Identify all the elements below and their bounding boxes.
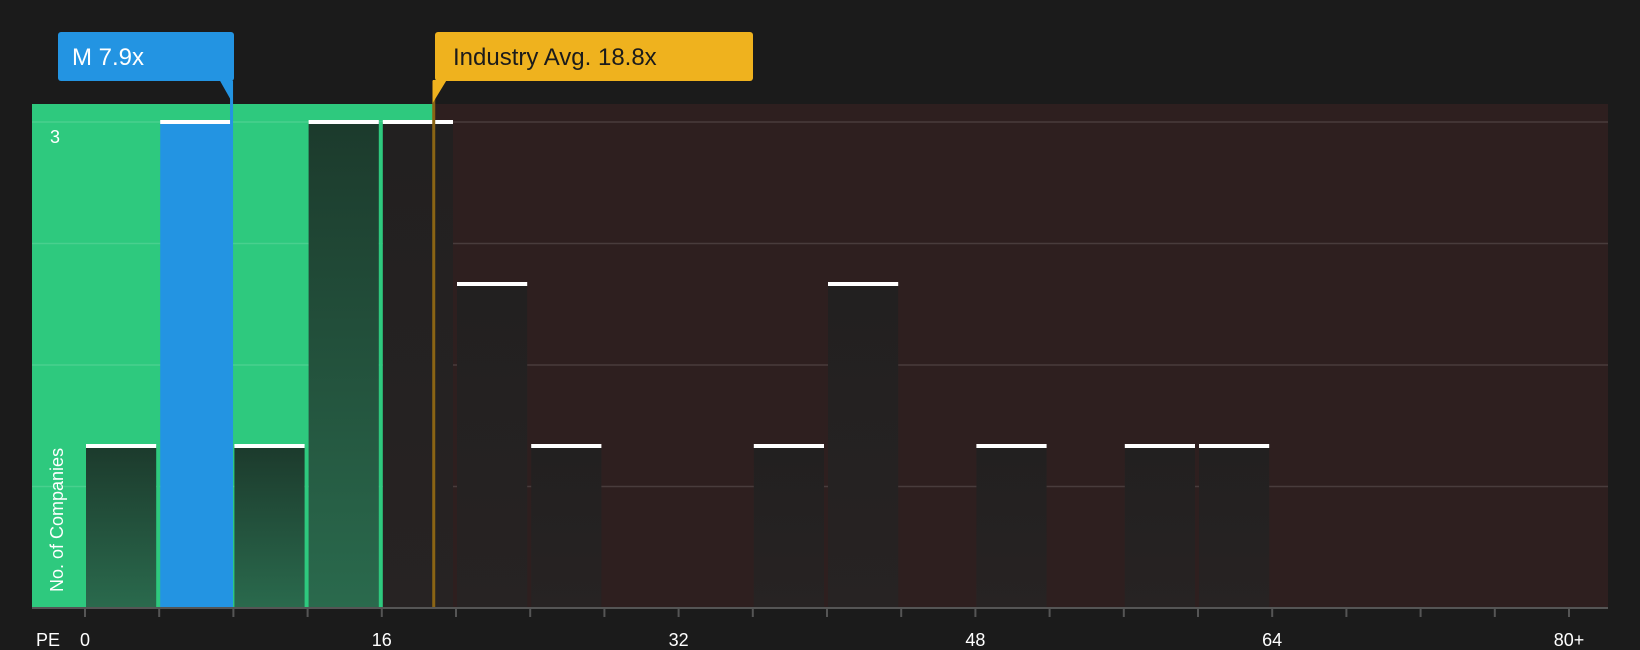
x-tick-label: 64 <box>1262 630 1282 650</box>
histogram-bar <box>308 122 379 608</box>
histogram-bar <box>160 122 231 608</box>
histogram-bar <box>234 446 305 608</box>
histogram-bar <box>753 446 824 608</box>
company-callout-pointer <box>219 80 233 103</box>
x-axis: 0 16 32 48 64 80+ <box>32 607 1608 650</box>
chart-svg: 0 16 32 48 64 80+ 3 No. of Companies PE M 7.9… <box>32 32 1608 650</box>
histogram-bar <box>531 446 602 608</box>
x-tick-label: 16 <box>372 630 392 650</box>
y-axis-label: No. of Companies <box>47 448 67 592</box>
x-tick-label: 0 <box>80 630 90 650</box>
company-callout: M 7.9x <box>58 32 234 103</box>
y-tick-label: 3 <box>50 127 60 147</box>
industry-callout-label: Industry Avg. 18.8x <box>453 44 657 71</box>
pe-distribution-chart: 0 16 32 48 64 80+ 3 No. of Companies PE M 7.9… <box>0 0 1640 650</box>
industry-callout: Industry Avg. 18.8x <box>432 32 753 103</box>
histogram-bar <box>86 446 157 608</box>
x-tick-label: 32 <box>669 630 689 650</box>
x-tick-label: 80+ <box>1554 630 1585 650</box>
x-axis-metric-label: PE <box>36 630 60 650</box>
histogram-bar <box>828 284 899 608</box>
histogram-bar <box>976 446 1047 608</box>
company-callout-label: M 7.9x <box>72 44 144 71</box>
x-tick-label: 48 <box>965 630 985 650</box>
histogram-bar <box>1124 446 1195 608</box>
histogram-bar <box>1199 446 1270 608</box>
histogram-bar <box>457 284 528 608</box>
callouts: M 7.9x Industry Avg. 18.8x <box>58 32 753 103</box>
histogram-bar <box>382 122 453 608</box>
